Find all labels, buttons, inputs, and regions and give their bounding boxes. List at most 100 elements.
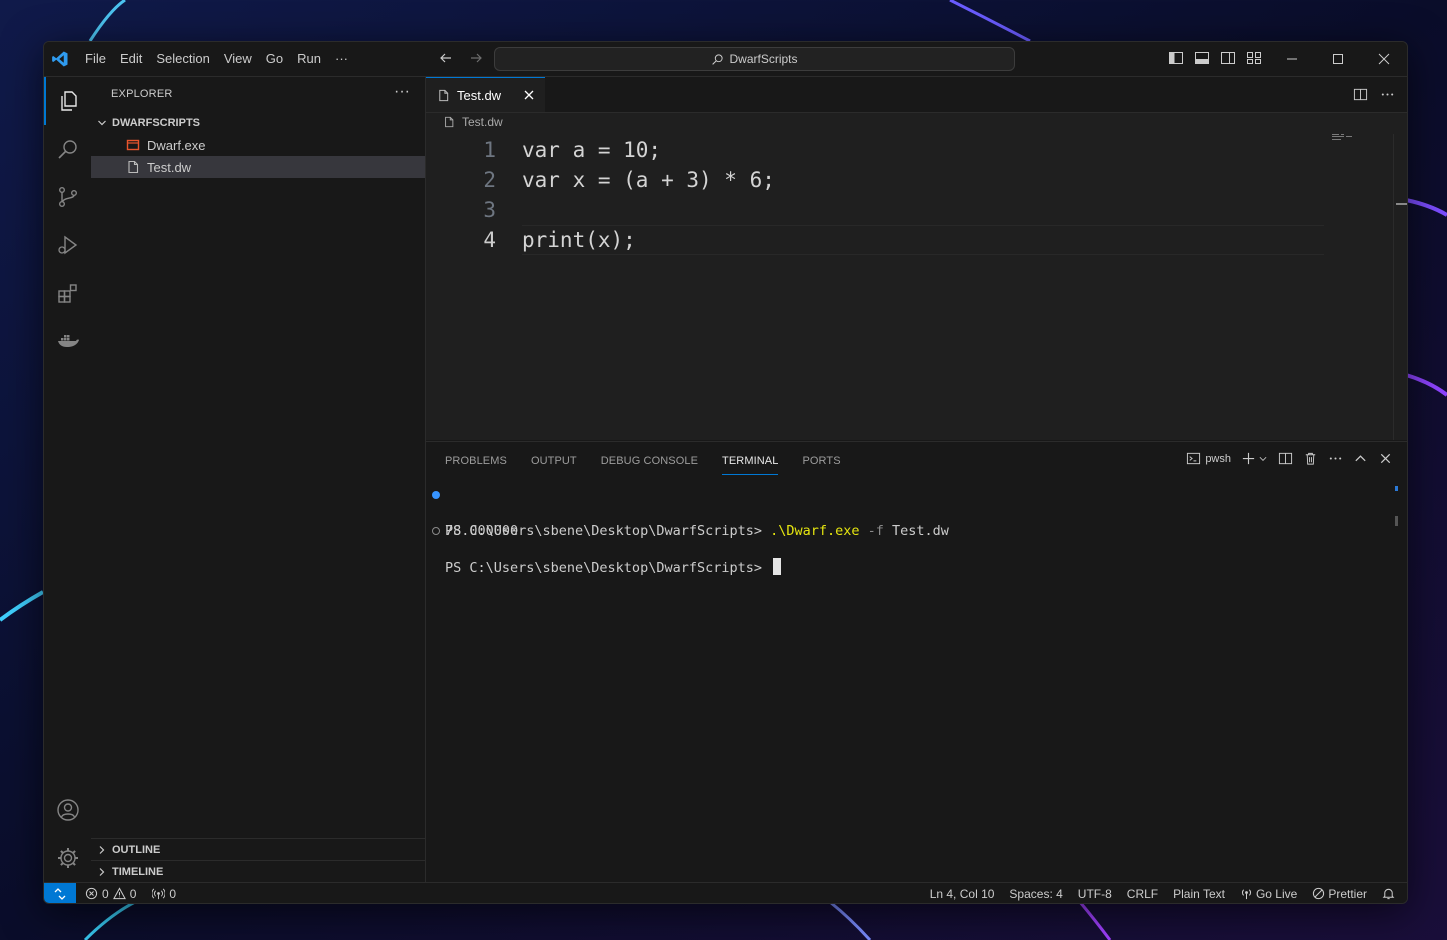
command-pending-dot	[432, 527, 440, 535]
code-text: var a = 10;	[522, 138, 662, 162]
run-debug-activity[interactable]	[44, 221, 91, 269]
minimize-icon	[1287, 58, 1297, 60]
line-ending[interactable]: CRLF	[1127, 887, 1158, 901]
more-actions-icon[interactable]	[1380, 87, 1395, 102]
split-terminal-icon[interactable]	[1278, 451, 1293, 466]
activity-bar	[44, 77, 92, 882]
encoding[interactable]: UTF-8	[1078, 887, 1112, 901]
minimap[interactable]	[1332, 134, 1354, 140]
chevron-down-icon	[98, 120, 106, 126]
terminal-line: 78.000000	[426, 504, 1386, 539]
menu-file[interactable]: File	[78, 42, 113, 76]
menu-view[interactable]: View	[217, 42, 259, 76]
editor-area: Test.dw Test.dw 1 var a = 10; 2 var x = …	[426, 77, 1407, 440]
code-line-current: 4 print(x);	[426, 225, 1346, 255]
remote-icon	[54, 887, 66, 900]
warning-count: 0	[129, 886, 137, 901]
docker-icon	[57, 335, 79, 347]
tab-output[interactable]: OUTPUT	[531, 442, 577, 474]
outline-section[interactable]: OUTLINE	[91, 838, 425, 861]
more-actions-icon[interactable]	[1328, 451, 1343, 466]
breadcrumb[interactable]: Test.dw	[443, 115, 503, 129]
panel-tabs: PROBLEMS OUTPUT DEBUG CONSOLE TERMINAL P…	[445, 442, 841, 476]
toggle-panel-icon[interactable]	[1194, 50, 1210, 66]
code-line: 2 var x = (a + 3) * 6;	[426, 165, 1346, 195]
extensions-activity[interactable]	[44, 269, 91, 317]
shell-name: pwsh	[1205, 452, 1231, 465]
close-icon[interactable]	[1378, 451, 1393, 466]
toggle-primary-sidebar-icon[interactable]	[1168, 50, 1184, 66]
file-item-dwarf-exe[interactable]: Dwarf.exe	[91, 134, 425, 156]
broadcast-icon	[1241, 889, 1251, 900]
accounts-activity[interactable]	[44, 786, 91, 834]
editor-scrollbar[interactable]	[1393, 134, 1407, 440]
arrow-right-icon[interactable]	[468, 50, 484, 66]
close-window-button[interactable]	[1361, 42, 1407, 76]
file-name: Test.dw	[147, 159, 192, 175]
folder-name: DWARFSCRIPTS	[112, 117, 200, 129]
tab-debug-console[interactable]: DEBUG CONSOLE	[601, 442, 698, 474]
notifications-button[interactable]	[1382, 887, 1395, 900]
docker-activity[interactable]	[44, 317, 91, 365]
folder-header-dwarfscripts[interactable]: DWARFSCRIPTS	[91, 112, 425, 134]
error-count: 0	[102, 886, 109, 901]
arrow-left-icon[interactable]	[438, 50, 454, 66]
remote-indicator[interactable]	[44, 883, 76, 903]
minimize-button[interactable]	[1269, 42, 1315, 76]
menu-go[interactable]: Go	[259, 42, 290, 76]
close-icon[interactable]	[523, 89, 535, 101]
terminal-scrollbar[interactable]	[1395, 516, 1398, 526]
trash-icon[interactable]	[1303, 451, 1318, 466]
chevron-down-icon[interactable]	[1258, 451, 1268, 466]
source-control-activity[interactable]	[44, 173, 91, 221]
indentation[interactable]: Spaces: 4	[1009, 887, 1062, 901]
timeline-section[interactable]: TIMELINE	[91, 860, 425, 883]
file-item-test-dw[interactable]: Test.dw	[91, 156, 425, 178]
error-icon	[85, 887, 98, 900]
language-mode[interactable]: Plain Text	[1173, 887, 1225, 901]
text-file-icon	[445, 116, 454, 128]
code-editor[interactable]: 1 var a = 10; 2 var x = (a + 3) * 6; 3 4…	[426, 135, 1346, 255]
explorer-sidebar: EXPLORER ··· DWARFSCRIPTS Dwarf.exe Test…	[91, 77, 426, 882]
problems-status[interactable]: 0 0 0	[85, 887, 176, 901]
search-activity[interactable]	[44, 125, 91, 173]
text-file-icon	[128, 160, 139, 174]
command-center-label: DwarfScripts	[729, 52, 798, 66]
split-editor-icon[interactable]	[1353, 87, 1368, 102]
terminal-line: PS C:\Users\sbene\Desktop\DwarfScripts> …	[426, 486, 1386, 539]
tab-terminal[interactable]: TERMINAL	[722, 442, 779, 475]
explorer-activity[interactable]	[44, 77, 91, 125]
tab-ports[interactable]: PORTS	[802, 442, 840, 474]
tab-test-dw[interactable]: Test.dw	[426, 77, 545, 112]
terminal-line: PS C:\Users\sbene\Desktop\DwarfScripts>	[426, 522, 1386, 576]
go-live-button[interactable]: Go Live	[1240, 887, 1297, 901]
menu-selection[interactable]: Selection	[149, 42, 216, 76]
maximize-panel-icon[interactable]	[1353, 451, 1368, 466]
customize-layout-icon[interactable]	[1246, 50, 1262, 66]
line-number: 4	[483, 228, 496, 252]
tab-problems[interactable]: PROBLEMS	[445, 442, 507, 474]
manage-activity[interactable]	[44, 834, 91, 882]
status-bar: 0 0 0 Ln 4, Col 10 Spaces: 4 UTF-8 CRLF …	[44, 882, 1407, 903]
toggle-secondary-sidebar-icon[interactable]	[1220, 50, 1236, 66]
terminal-shell-selector[interactable]: pwsh	[1186, 451, 1231, 466]
new-terminal-icon[interactable]	[1241, 451, 1256, 466]
command-center[interactable]: DwarfScripts	[494, 47, 1015, 71]
explorer-title: EXPLORER	[111, 88, 173, 100]
maximize-button[interactable]	[1315, 42, 1361, 76]
menu-run[interactable]: Run	[290, 42, 328, 76]
menu-more[interactable]: ···	[328, 42, 355, 76]
terminal-icon	[1187, 452, 1201, 465]
terminal-output[interactable]: PS C:\Users\sbene\Desktop\DwarfScripts> …	[426, 486, 1386, 576]
explorer-more-button[interactable]: ···	[394, 83, 410, 101]
prettier-status[interactable]: Prettier	[1312, 887, 1367, 901]
chevron-right-icon	[99, 868, 105, 876]
line-number: 2	[483, 168, 496, 192]
cursor-position[interactable]: Ln 4, Col 10	[930, 887, 995, 901]
extensions-icon	[57, 284, 77, 303]
menu-edit[interactable]: Edit	[113, 42, 149, 76]
go-live-label: Go Live	[1255, 886, 1298, 901]
breadcrumb-file: Test.dw	[462, 115, 503, 129]
prettier-label: Prettier	[1328, 886, 1367, 901]
code-line: 1 var a = 10;	[426, 135, 1346, 165]
